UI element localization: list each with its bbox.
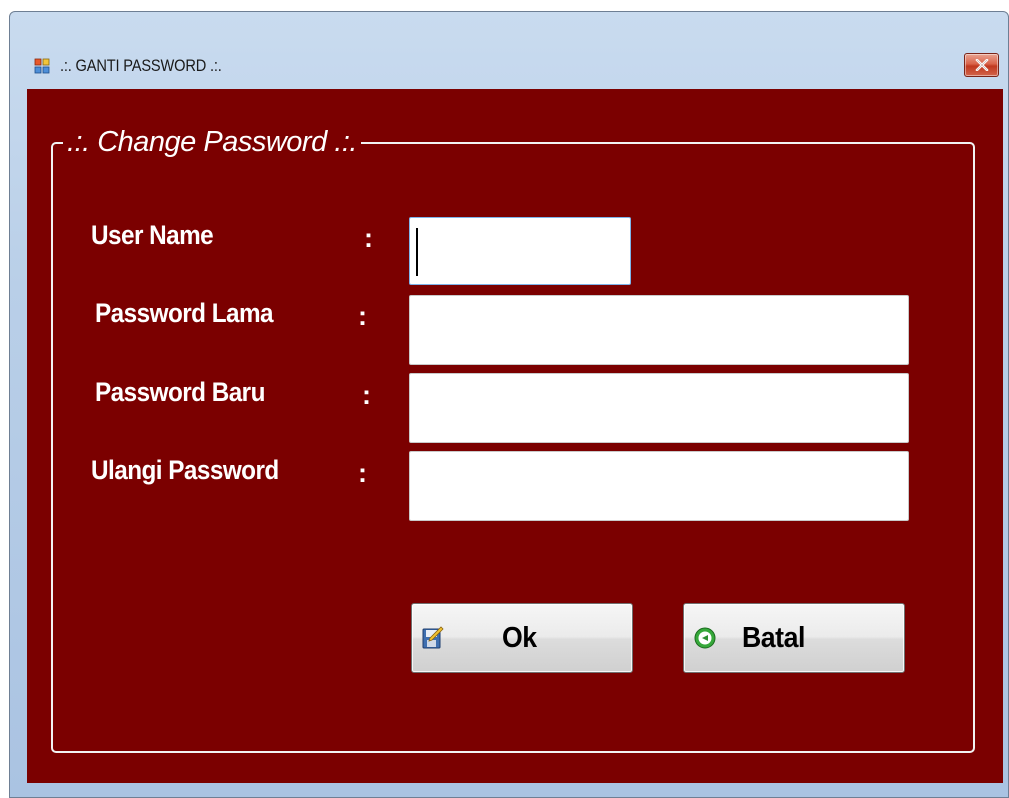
window-title: .:. GANTI PASSWORD .:. [60, 56, 222, 75]
text-caret [416, 228, 418, 276]
back-arrow-icon [694, 626, 716, 650]
app-window-icon [34, 58, 50, 74]
new-password-label: Password Baru [95, 377, 265, 407]
repeat-password-label: Ulangi Password [91, 455, 279, 485]
close-button[interactable] [964, 53, 999, 77]
old-password-input[interactable] [409, 295, 909, 365]
close-icon [975, 59, 989, 71]
cancel-button[interactable]: Batal [683, 603, 905, 673]
old-password-label: Password Lama [95, 298, 274, 328]
cancel-button-label: Batal [742, 622, 805, 654]
title-bar[interactable]: .:. GANTI PASSWORD .:. [10, 12, 1008, 88]
repeat-password-input[interactable] [409, 451, 909, 521]
ok-button[interactable]: Ok [411, 603, 633, 673]
new-password-colon: : [362, 380, 371, 410]
user-name-input[interactable] [409, 217, 631, 285]
repeat-password-colon: : [358, 458, 367, 488]
form-client-area: .:. Change Password .:. User Name : Pass… [27, 89, 1003, 783]
old-password-colon: : [358, 301, 367, 331]
groupbox-title: .:. Change Password .:. [63, 125, 361, 159]
user-name-label: User Name [91, 220, 214, 250]
new-password-input[interactable] [409, 373, 909, 443]
change-password-window: .:. GANTI PASSWORD .:. .:. Change Passwo… [9, 11, 1009, 798]
ok-button-label: Ok [502, 622, 537, 654]
user-name-colon: : [364, 223, 373, 253]
save-edit-icon [422, 626, 444, 650]
